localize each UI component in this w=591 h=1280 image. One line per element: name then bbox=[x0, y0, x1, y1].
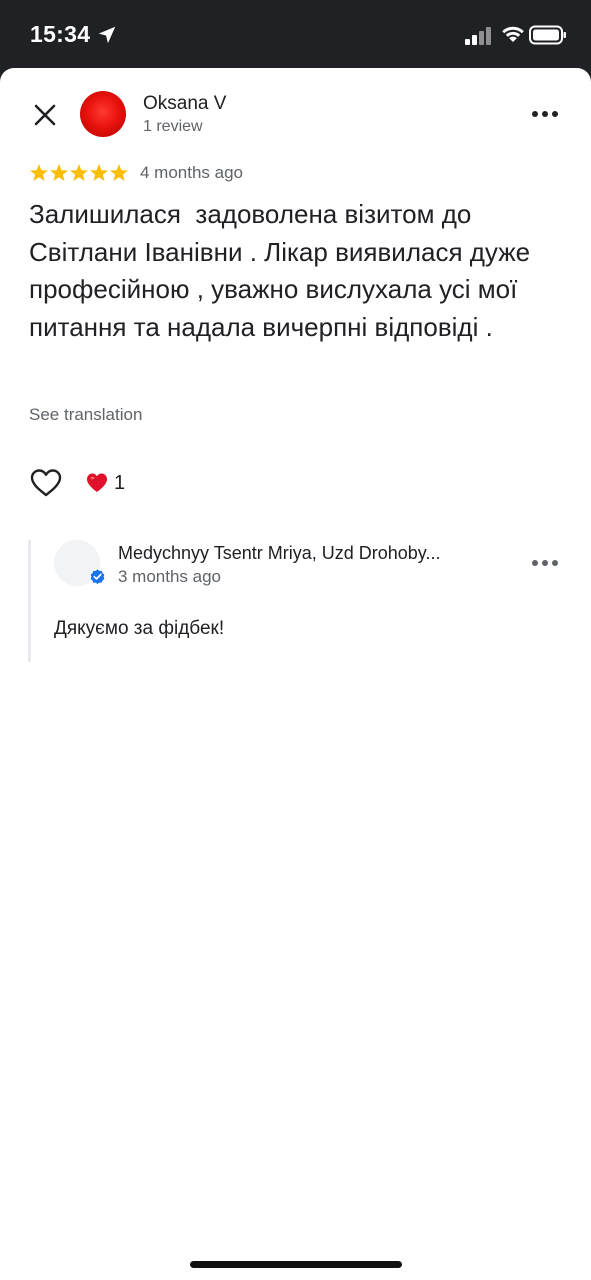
star-icon bbox=[50, 164, 68, 181]
heart-outline-icon[interactable] bbox=[29, 467, 63, 499]
owner-reply-date: 3 months ago bbox=[118, 567, 222, 586]
review-date: 4 months ago bbox=[140, 163, 244, 182]
reaction-count: 1 bbox=[114, 472, 126, 494]
wifi-icon bbox=[502, 26, 524, 42]
avatar[interactable] bbox=[80, 91, 126, 137]
home-indicator[interactable] bbox=[190, 1261, 402, 1268]
review-text: Залишилася задоволена візитом до Світлан… bbox=[29, 199, 538, 342]
cellular-signal-icon bbox=[465, 27, 491, 45]
status-bar: 15:34 bbox=[0, 0, 591, 70]
battery-icon bbox=[529, 25, 566, 45]
owner-name[interactable]: Medychnyy Tsentr Mriya, Uzd Drohoby... bbox=[118, 543, 504, 564]
star-icon bbox=[90, 164, 108, 181]
more-options-icon[interactable] bbox=[528, 105, 562, 123]
status-time: 15:34 bbox=[30, 21, 91, 47]
star-rating bbox=[30, 164, 128, 181]
star-icon bbox=[30, 164, 48, 181]
reviewer-name[interactable]: Oksana V bbox=[143, 93, 226, 115]
location-arrow-icon bbox=[98, 26, 116, 44]
reply-more-options-icon[interactable] bbox=[528, 554, 562, 572]
verified-badge-icon bbox=[89, 568, 106, 585]
reviewer-review-count: 1 review bbox=[143, 118, 203, 135]
star-icon bbox=[110, 164, 128, 181]
owner-reply-text: Дякуємо за фідбек! bbox=[54, 618, 225, 639]
reply-divider bbox=[28, 540, 31, 662]
heart-reaction-icon bbox=[87, 473, 107, 492]
close-icon[interactable] bbox=[30, 100, 60, 130]
see-translation-link[interactable]: See translation bbox=[29, 405, 142, 425]
star-icon bbox=[70, 164, 88, 181]
